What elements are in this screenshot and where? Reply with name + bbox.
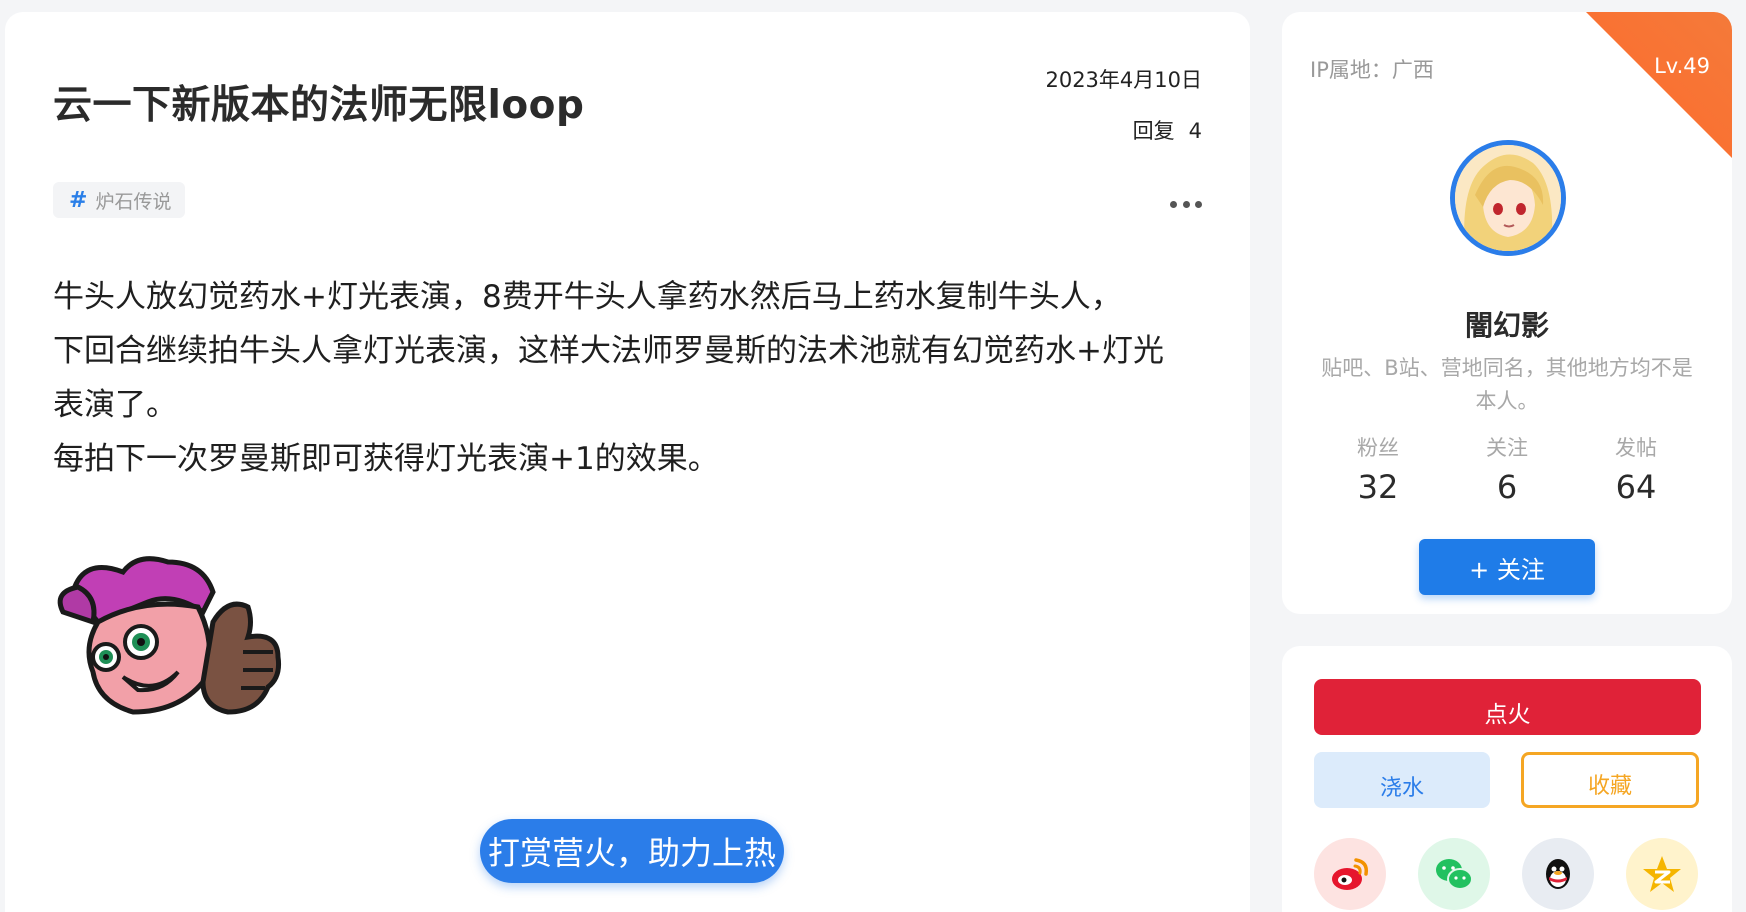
share-qq-button[interactable]	[1522, 838, 1594, 910]
reply-label: 回复	[1132, 119, 1175, 143]
post-line: 牛头人放幻觉药水+灯光表演，8费开牛头人拿药水然后马上药水复制牛头人，	[53, 279, 1122, 315]
avatar-image	[1455, 145, 1561, 251]
reply-count: 回复 4	[1133, 115, 1202, 145]
dot-icon	[1170, 200, 1177, 208]
username[interactable]: 闇幻影	[1282, 304, 1732, 344]
stat-posts[interactable]: 发帖 64	[1572, 432, 1701, 506]
qq-icon	[1546, 859, 1570, 889]
reward-button[interactable]: 打赏营火，助力上热	[480, 819, 784, 883]
share-wechat-button[interactable]	[1418, 838, 1490, 910]
water-button[interactable]: 浇水	[1314, 752, 1490, 808]
stat-fans[interactable]: 粉丝 32	[1314, 432, 1443, 506]
post-line: 每拍下一次罗曼斯即可获得灯光表演+1的效果。	[53, 441, 719, 477]
profile-card: IP属地：广西 Lv.49 闇幻影 贴吧、B站、营地同名，其他地方均不是本人。 …	[1282, 12, 1732, 614]
stat-following[interactable]: 关注 6	[1443, 432, 1572, 506]
level-ribbon	[1586, 12, 1732, 158]
avatar[interactable]	[1450, 140, 1566, 256]
stat-label: 关注	[1486, 436, 1528, 460]
stat-value: 6	[1496, 468, 1518, 506]
hashtag-icon: #	[69, 187, 88, 213]
dot-icon	[1195, 200, 1202, 208]
post-card: 云一下新版本的法师无限loop 2023年4月10日 回复 4 # 炉石传说 牛头…	[5, 12, 1250, 912]
dot-icon	[1182, 200, 1190, 208]
post-title: 云一下新版本的法师无限loop	[53, 83, 585, 128]
ip-location: IP属地：广西	[1310, 58, 1434, 82]
user-stats: 粉丝 32 关注 6 发帖 64	[1282, 432, 1732, 506]
wechat-icon	[1436, 859, 1473, 890]
reply-number: 4	[1188, 119, 1202, 143]
post-body: 牛头人放幻觉药水+灯光表演，8费开牛头人拿药水然后马上药水复制牛头人， 下回合继…	[53, 270, 1203, 486]
collect-button[interactable]: 收藏	[1521, 752, 1699, 808]
action-card: 点火 浇水 收藏	[1282, 646, 1732, 912]
post-line: 表演了。	[53, 387, 177, 423]
post-line: 下回合继续拍牛头人拿灯光表演，这样大法师罗曼斯的法术池就有幻觉药水+灯光	[53, 333, 1164, 369]
weibo-icon	[1332, 858, 1369, 890]
post-date: 2023年4月10日	[1045, 68, 1202, 92]
stat-label: 粉丝	[1357, 436, 1399, 460]
user-bio: 贴吧、B站、营地同名，其他地方均不是本人。	[1321, 356, 1693, 413]
follow-button[interactable]: + 关注	[1419, 539, 1595, 595]
share-row	[1314, 838, 1706, 910]
share-weibo-button[interactable]	[1314, 838, 1386, 910]
stat-label: 发帖	[1615, 436, 1657, 460]
level-badge: Lv.49	[1654, 54, 1710, 78]
stat-value: 32	[1357, 468, 1399, 506]
topic-tag[interactable]: # 炉石传说	[53, 182, 186, 218]
share-qzone-button[interactable]	[1626, 838, 1698, 910]
stat-value: 64	[1615, 468, 1657, 506]
topic-tag-label: 炉石传说	[95, 190, 172, 213]
thumbs-up-sticker	[57, 556, 281, 715]
qzone-icon	[1643, 856, 1681, 892]
ignite-button[interactable]: 点火	[1314, 679, 1701, 735]
more-options-button[interactable]	[1170, 194, 1202, 214]
